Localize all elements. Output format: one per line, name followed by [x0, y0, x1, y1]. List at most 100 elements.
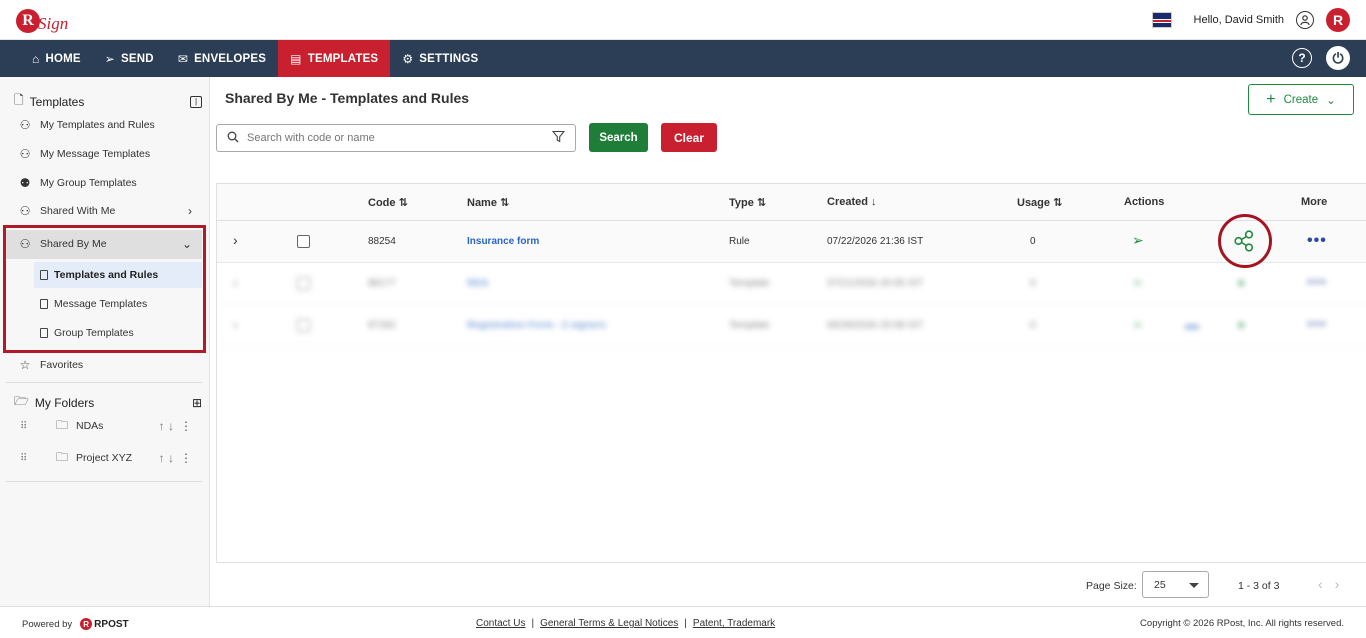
sidebar-item-my-templates-and-rules[interactable]: ⚇ My Templates and Rules — [18, 115, 202, 135]
sort-icon: ⇅ — [398, 197, 408, 209]
footer: Powered by R RPOST Contact Us | General … — [0, 606, 1366, 638]
sort-icon: ⇅ — [500, 197, 510, 209]
sidebar-item-label: My Group Templates — [40, 177, 137, 189]
row-checkbox[interactable] — [297, 319, 310, 332]
send-template-icon[interactable]: ➢ — [1132, 274, 1144, 291]
language-flag-icon[interactable] — [1151, 12, 1172, 28]
nav-home-label: HOME — [45, 52, 81, 65]
cell-usage: 0 — [1030, 320, 1036, 331]
row-checkbox[interactable] — [297, 277, 310, 290]
table-row[interactable]: › 88254 Insurance form Rule 07/22/2026 2… — [217, 221, 1366, 263]
cell-usage: 0 — [1030, 236, 1036, 247]
nav-templates-label: TEMPLATES — [307, 52, 379, 65]
row-checkbox[interactable] — [297, 235, 310, 248]
search-button[interactable]: Search — [589, 123, 648, 152]
share-icon[interactable]: ● — [1237, 316, 1245, 332]
column-header-actions: Actions — [1124, 196, 1165, 208]
help-icon[interactable]: ? — [1292, 48, 1312, 68]
send-icon: ➢ — [104, 51, 116, 66]
table-row[interactable]: › 88177 NDA Template 07/21/2026 20:05 IS… — [217, 263, 1366, 305]
column-header-created[interactable]: Created ↓ — [827, 196, 877, 208]
more-options-icon[interactable]: ••• — [1307, 316, 1327, 334]
rsign-logo[interactable]: R Sign — [16, 6, 68, 36]
table-row[interactable]: › 87292 Registration Form - 2 signers Te… — [217, 305, 1366, 347]
nav-home[interactable]: ⌂ HOME — [20, 40, 93, 77]
more-options-icon[interactable]: ••• — [1307, 232, 1327, 250]
sidebar-title: Templates — [29, 94, 85, 109]
nav-send[interactable]: ➢ SEND — [93, 40, 166, 77]
column-header-usage[interactable]: Usage ⇅ — [1017, 196, 1062, 209]
cell-name-link[interactable]: NDA — [467, 278, 489, 289]
user-profile-icon[interactable] — [1296, 11, 1314, 29]
folder-name: Project XYZ — [76, 452, 133, 464]
sidebar-item-shared-with-me[interactable]: ⚇ Shared With Me › — [18, 201, 202, 221]
nav-settings-label: SETTINGS — [419, 52, 479, 65]
next-page-icon[interactable]: › — [1335, 576, 1352, 592]
send-template-icon[interactable]: ➢ — [1132, 232, 1144, 249]
cell-name-link[interactable]: Insurance form — [467, 236, 539, 247]
column-header-name[interactable]: Name ⇅ — [467, 196, 509, 209]
folder-open-icon: 🗁 — [14, 394, 29, 408]
nav-templates[interactable]: ▤ TEMPLATES — [278, 40, 391, 77]
collapse-sidebar-icon[interactable]: | — [190, 95, 202, 108]
sidebar-item-label: My Templates and Rules — [40, 119, 155, 131]
chevron-right-icon: › — [188, 204, 192, 218]
expand-row-icon[interactable]: › — [233, 232, 238, 248]
sidebar-item-my-group-templates[interactable]: ⚉ My Group Templates — [18, 173, 202, 193]
sidebar-item-favorites[interactable]: ☆ Favorites — [18, 355, 202, 375]
folder-row[interactable]: ⠿ 🗀 Project XYZ ↑ ↓ ⋮ — [20, 448, 200, 468]
expand-row-icon[interactable]: › — [233, 316, 238, 332]
plus-icon: + — [1266, 90, 1276, 108]
filter-icon[interactable] — [551, 130, 566, 146]
sidebar-divider — [6, 481, 202, 482]
column-header-code[interactable]: Code ⇅ — [368, 196, 408, 209]
cell-created: 07/22/2026 21:36 IST — [827, 236, 924, 247]
cell-type: Rule — [729, 236, 750, 247]
search-input[interactable] — [247, 132, 544, 144]
share-icon[interactable]: ● — [1237, 274, 1245, 290]
power-icon[interactable]: ⏻ — [1326, 46, 1350, 70]
sort-desc-icon: ↓ — [871, 196, 877, 208]
patent-link[interactable]: Patent, Trademark — [693, 618, 775, 629]
search-icon — [227, 131, 239, 146]
send-template-icon[interactable]: ➢ — [1132, 316, 1144, 333]
nav-envelopes[interactable]: ✉ ENVELOPES — [166, 40, 278, 77]
folder-row[interactable]: ⠿ 🗀 NDAs ↑ ↓ ⋮ — [20, 416, 200, 436]
rpost-logo-mark: R — [80, 618, 93, 630]
move-arrows-icon[interactable]: ↑ ↓ — [159, 419, 174, 433]
footer-links: Contact Us | General Terms & Legal Notic… — [476, 618, 775, 629]
more-options-icon[interactable]: ••• — [1307, 274, 1327, 292]
star-icon: ☆ — [19, 358, 31, 372]
nav-settings[interactable]: ⚙ SETTINGS — [390, 40, 490, 77]
edit-icon[interactable]: ▬ — [1185, 316, 1199, 332]
sidebar-header: 🗋 Templates | — [14, 91, 202, 112]
sidebar-item-label: Favorites — [40, 359, 84, 371]
clear-button[interactable]: Clear — [661, 123, 717, 152]
brand-icon[interactable]: R — [1326, 8, 1350, 32]
page-size-select[interactable]: 25 — [1142, 571, 1209, 598]
expand-row-icon[interactable]: › — [233, 274, 238, 290]
create-button[interactable]: + Create ⌄ — [1248, 84, 1354, 115]
cell-type: Template — [729, 320, 770, 331]
kebab-menu-icon[interactable]: ⋮ — [180, 419, 192, 433]
column-header-type[interactable]: Type ⇅ — [729, 196, 766, 209]
separator: | — [684, 618, 687, 629]
kebab-menu-icon[interactable]: ⋮ — [180, 451, 192, 465]
rpost-logo[interactable]: R RPOST — [80, 618, 129, 630]
move-arrows-icon[interactable]: ↑ ↓ — [159, 451, 174, 465]
drag-handle-icon[interactable]: ⠿ — [20, 453, 30, 464]
contact-us-link[interactable]: Contact Us — [476, 618, 525, 629]
cell-name-link[interactable]: Registration Form - 2 signers — [467, 320, 606, 331]
cell-created: 06/28/2026 20:08 IST — [827, 320, 924, 331]
rpost-logo-text: RPOST — [94, 618, 129, 630]
person-icon: ⚇ — [19, 118, 31, 132]
drag-handle-icon[interactable]: ⠿ — [20, 421, 30, 432]
cell-code: 88254 — [368, 236, 396, 247]
sidebar-item-my-message-templates[interactable]: ⚇ My Message Templates — [18, 144, 202, 164]
powered-by-label: Powered by — [22, 618, 73, 630]
share-icon[interactable] — [1231, 228, 1257, 254]
prev-page-icon[interactable]: ‹ — [1318, 576, 1335, 592]
sidebar: 🗋 Templates | ⚇ My Templates and Rules ⚇… — [0, 77, 210, 606]
add-folder-icon[interactable]: ⊞ — [192, 396, 202, 410]
terms-link[interactable]: General Terms & Legal Notices — [540, 618, 678, 629]
